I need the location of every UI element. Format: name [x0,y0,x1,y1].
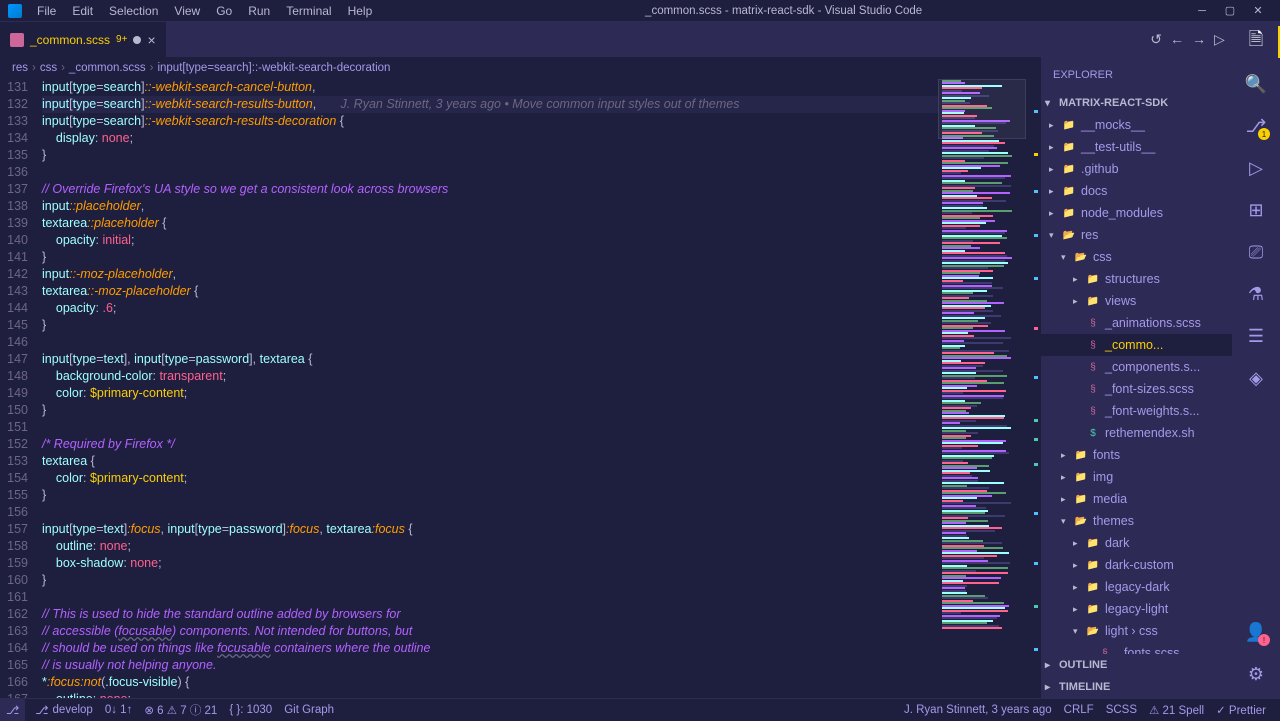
tree-item-label: res [1081,228,1098,242]
git-sync-status[interactable]: 0↓ 1↑ [99,704,139,716]
code-content[interactable]: input[type=search]::-webkit-search-cance… [42,79,938,698]
bracket-status[interactable]: { }: 1030 [223,704,278,716]
run-debug-activity-icon[interactable]: ▷ [1244,156,1268,180]
tree-item-label: views [1105,294,1136,308]
problems-status[interactable]: ⊗ 6 ⚠ 7 ⓘ 21 [138,702,223,718]
scss-file-icon [10,33,24,47]
breadcrumb-segment[interactable]: css [40,62,57,74]
tab-label: _common.scss [30,33,110,47]
window-title: _common.scss - matrix-react-sdk - Visual… [379,5,1188,17]
extensions-activity-icon[interactable]: ⊞ [1244,198,1268,222]
tree-item-label: __test-utils__ [1081,140,1155,154]
source-control-activity-icon[interactable]: ⎇1 [1244,114,1268,138]
breadcrumb-segment[interactable]: _common.scss [69,62,146,74]
git-graph-status[interactable]: Git Graph [278,704,340,716]
prettier-status[interactable]: ✓ Prettier [1210,703,1272,717]
prev-change-icon[interactable]: ← [1170,31,1184,48]
minimize-icon[interactable]: ─ [1188,1,1216,21]
breadcrumb[interactable]: res›css›_common.scss›input[type=search]:… [0,57,1040,79]
activity-bar: 🗎 🔍 ⎇1 ▷ ⊞ ⎚ ⚗ ☰ ◈ 👤! ⚙ [1232,22,1280,698]
test-activity-icon[interactable]: ⚗ [1244,282,1268,306]
tree-item-label: _font-sizes.scss [1105,382,1194,396]
titlebar: FileEditSelectionViewGoRunTerminalHelp _… [0,0,1280,22]
bookmarks-activity-icon[interactable]: ◈ [1244,366,1268,390]
tree-item-label: __mocks__ [1081,118,1145,132]
tab-dirty-dot-icon [133,36,141,44]
menu-bar: FileEditSelectionViewGoRunTerminalHelp [30,2,379,20]
revert-icon[interactable]: ↺ [1150,31,1162,48]
tree-item-label: docs [1081,184,1107,198]
overview-ruler[interactable] [1026,79,1040,698]
main-area: res›css›_common.scss›input[type=search]:… [0,57,1280,698]
tree-item-label: legacy-dark [1105,580,1170,594]
menu-terminal[interactable]: Terminal [279,2,338,20]
tree-item-label: media [1093,492,1127,506]
minimap-viewport[interactable] [938,79,1026,139]
minimap[interactable] [938,79,1026,698]
tab-problems-badge: 9+ [116,34,127,45]
breadcrumb-segment[interactable]: res [12,62,28,74]
tree-item-label: _components.s... [1105,360,1200,374]
vscode-logo-icon [8,4,22,18]
eol-status[interactable]: CRLF [1058,703,1100,717]
chevron-down-icon: ▾ [1045,98,1059,109]
chevron-right-icon: ▸ [1045,660,1059,671]
menu-help[interactable]: Help [341,2,380,20]
tree-item-label: fonts [1093,448,1120,462]
menu-go[interactable]: Go [209,2,239,20]
menu-view[interactable]: View [167,2,207,20]
breadcrumb-segment[interactable]: input[type=search]::-webkit-search-decor… [157,62,390,74]
settings-activity-icon[interactable]: ⚙ [1244,662,1268,686]
editor-area: res›css›_common.scss›input[type=search]:… [0,57,1040,698]
run-icon[interactable]: ▷ [1214,31,1225,48]
menu-selection[interactable]: Selection [102,2,165,20]
window-controls: ─ ▢ ✕ [1188,1,1272,21]
tree-item-label: light › css [1105,624,1158,638]
tab-common-scss[interactable]: _common.scss 9+ × [0,22,166,57]
status-bar: ⎇ ⎇ develop 0↓ 1↑ ⊗ 6 ⚠ 7 ⓘ 21 { }: 1030… [0,698,1280,720]
tree-item-label: dark-custom [1105,558,1174,572]
git-blame-status[interactable]: J. Ryan Stinnett, 3 years ago [898,703,1058,717]
outline-label: OUTLINE [1059,659,1107,671]
account-activity-icon[interactable]: 👤! [1244,620,1268,644]
tree-item-label: dark [1105,536,1129,550]
chevron-right-icon: ▸ [1045,682,1059,693]
close-icon[interactable]: ✕ [1244,1,1272,21]
tree-item-label: _commo... [1105,338,1163,352]
timeline-label: TIMELINE [1059,681,1110,693]
tree-item-label: _animations.scss [1105,316,1201,330]
remote-indicator[interactable]: ⎇ [0,699,25,721]
tree-item-label: node_modules [1081,206,1163,220]
tree-item-label: legacy-light [1105,602,1168,616]
maximize-icon[interactable]: ▢ [1216,1,1244,21]
menu-run[interactable]: Run [241,2,277,20]
next-change-icon[interactable]: → [1192,31,1206,48]
code-editor[interactable]: 1311321331341351361371381391401411421431… [0,79,1040,698]
remote-activity-icon[interactable]: ⎚ [1244,240,1268,264]
menu-file[interactable]: File [30,2,63,20]
tree-item-label: _fonts.scss [1117,646,1180,654]
tree-item-label: rethemendex.sh [1105,426,1195,440]
tab-bar: _common.scss 9+ × ↺ ← → ▷ ◫ ⋯ [0,22,1280,57]
tab-close-icon[interactable]: × [147,32,155,48]
language-status[interactable]: SCSS [1100,703,1143,717]
tree-item-label: _font-weights.s... [1105,404,1200,418]
references-activity-icon[interactable]: ☰ [1244,324,1268,348]
explorer-title-label: EXPLORER [1053,69,1113,81]
tree-item-label: css [1093,250,1112,264]
tree-item-label: img [1093,470,1113,484]
line-number-gutter: 1311321331341351361371381391401411421431… [0,79,42,698]
search-activity-icon[interactable]: 🔍 [1244,72,1268,96]
menu-edit[interactable]: Edit [65,2,100,20]
tree-item-label: .github [1081,162,1119,176]
project-name-label: MATRIX-REACT-SDK [1059,97,1168,109]
explorer-activity-icon[interactable]: 🗎 [1244,30,1268,54]
spell-status[interactable]: ⚠ 21 Spell [1143,703,1210,717]
tree-item-label: structures [1105,272,1160,286]
tree-item-label: themes [1093,514,1134,528]
git-branch-status[interactable]: ⎇ develop [29,703,99,717]
